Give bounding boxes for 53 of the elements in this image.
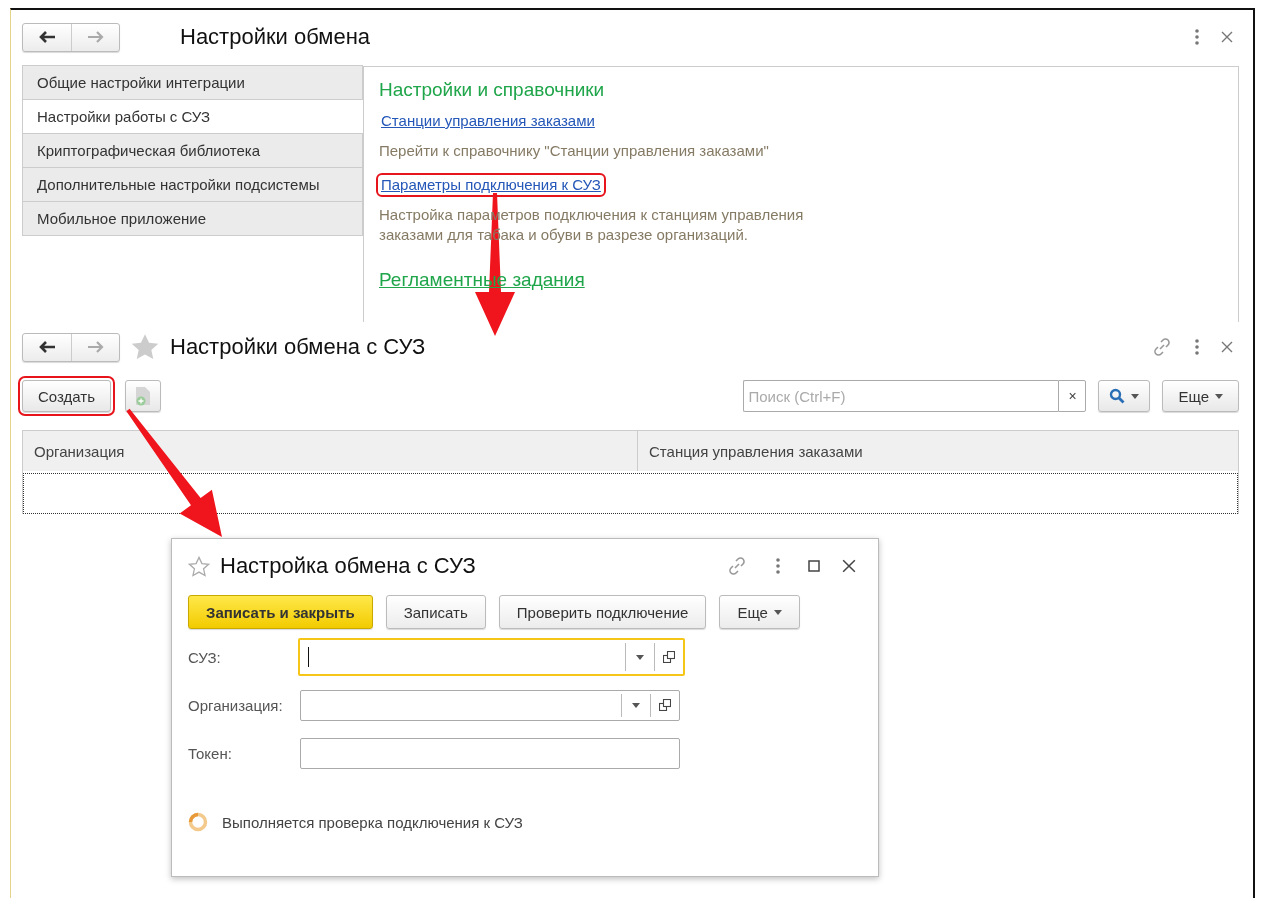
action-button[interactable]: Записать bbox=[385, 595, 486, 629]
tab[interactable]: Криптографическая библиотека bbox=[22, 133, 363, 168]
search-icon bbox=[1109, 388, 1126, 404]
dropdown-arrow-icon bbox=[632, 702, 640, 708]
field-label: СУЗ: bbox=[188, 648, 222, 666]
section-heading: Настройки и справочники bbox=[379, 79, 605, 101]
tab[interactable]: Дополнительные настройки подсистемы bbox=[22, 167, 363, 202]
dropdown-arrow-icon bbox=[773, 609, 782, 615]
open-icon bbox=[659, 699, 671, 711]
dropdown-arrow-icon bbox=[1215, 393, 1223, 399]
window-title: Настройки обмена с СУЗ bbox=[170, 334, 426, 360]
action-button[interactable]: Проверить подключение bbox=[498, 595, 707, 629]
description-text: Перейти к справочнику "Станции управления заказами" bbox=[379, 141, 769, 161]
close-icon bbox=[1221, 341, 1233, 353]
link[interactable]: Станции управления заказами bbox=[381, 112, 595, 129]
back-arrow-icon bbox=[38, 30, 56, 44]
more-icon bbox=[776, 558, 780, 574]
back-arrow-icon bbox=[38, 340, 56, 354]
save-and-close-button[interactable]: Записать и закрыть bbox=[188, 595, 373, 629]
spinner-icon bbox=[188, 812, 208, 832]
window-title: Настройки обмена bbox=[180, 24, 371, 50]
dropdown-arrow-icon bbox=[636, 654, 644, 660]
search-button[interactable] bbox=[1098, 380, 1151, 412]
more-icon bbox=[1195, 29, 1199, 45]
create-button[interactable]: Создать bbox=[22, 380, 111, 412]
star-icon[interactable] bbox=[130, 333, 160, 361]
input-field[interactable] bbox=[298, 638, 685, 676]
document-add-icon bbox=[135, 386, 151, 406]
input-field[interactable] bbox=[300, 737, 680, 769]
close-icon bbox=[842, 559, 856, 573]
column-header[interactable]: Станция управления заказами bbox=[638, 431, 1238, 471]
more-menu-button[interactable]: Еще bbox=[1162, 380, 1239, 412]
input-field[interactable] bbox=[300, 689, 680, 721]
tab[interactable]: Мобильное приложение bbox=[22, 201, 363, 236]
more-icon bbox=[1195, 339, 1199, 355]
clear-button[interactable]: × bbox=[1058, 380, 1087, 412]
field-label: Токен: bbox=[188, 744, 233, 762]
more-menu-button[interactable]: Еще bbox=[719, 595, 800, 629]
field-label: Организация: bbox=[188, 696, 284, 714]
close-icon bbox=[1221, 31, 1233, 43]
status-text: Выполняется проверка подключения к СУЗ bbox=[222, 813, 523, 831]
forward-arrow-icon bbox=[86, 340, 105, 354]
tab[interactable]: Общие настройки интеграции bbox=[22, 65, 363, 100]
star-icon[interactable] bbox=[188, 555, 210, 577]
open-icon bbox=[663, 651, 675, 663]
maximize-icon bbox=[808, 560, 820, 572]
dropdown-arrow-icon bbox=[1131, 393, 1140, 399]
search-field[interactable]: Поиск (Ctrl+F) bbox=[743, 380, 1059, 412]
link-icon bbox=[726, 555, 748, 577]
link[interactable]: Параметры подключения к СУЗ bbox=[381, 176, 601, 193]
link-icon bbox=[1151, 336, 1173, 358]
forward-arrow-icon bbox=[86, 30, 105, 44]
dialog-title: Настройка обмена с СУЗ bbox=[220, 553, 476, 579]
